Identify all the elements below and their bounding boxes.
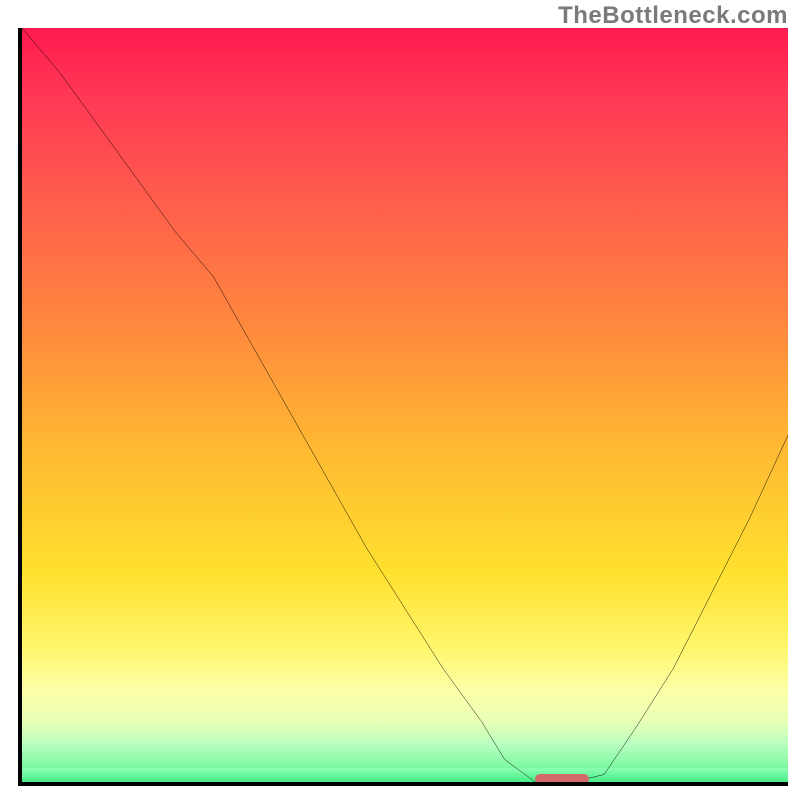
- bottleneck-curve: [22, 28, 788, 782]
- watermark-text: TheBottleneck.com: [558, 2, 788, 30]
- optimal-range-marker: [535, 774, 589, 784]
- chart-container: TheBottleneck.com: [0, 0, 800, 800]
